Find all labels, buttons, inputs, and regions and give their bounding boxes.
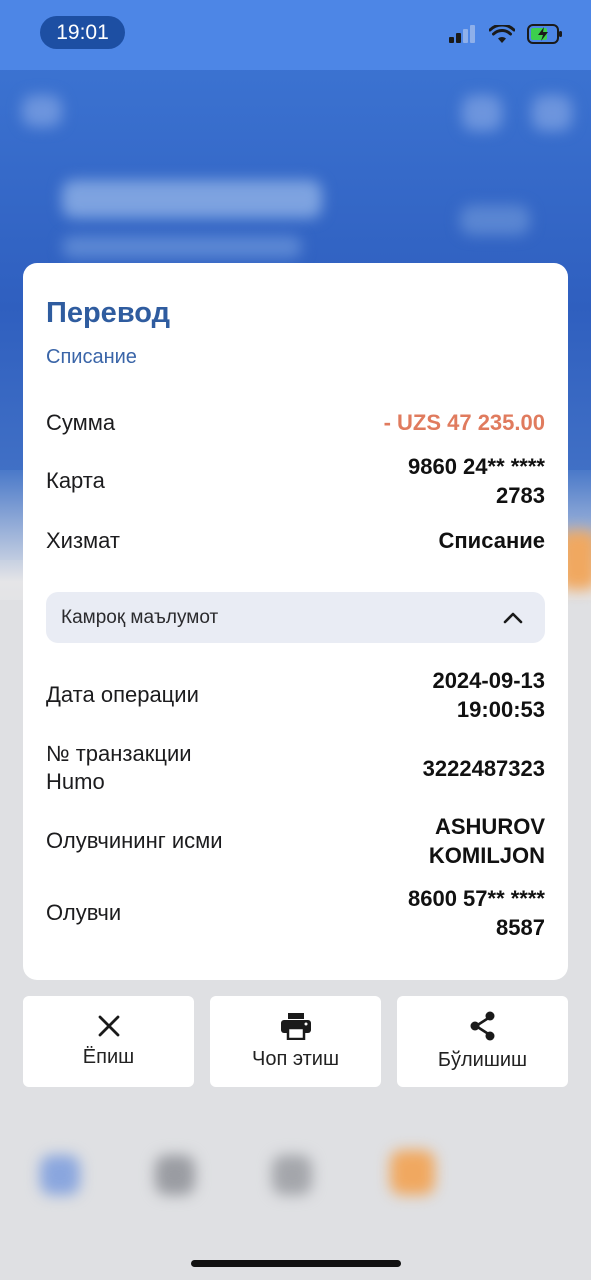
- blurred-badge: [460, 205, 530, 235]
- transaction-id-value: 3222487323: [422, 755, 545, 781]
- blurred-subtext: [62, 236, 302, 258]
- chevron-up-icon: [503, 612, 523, 624]
- print-button-label: Чоп этиш: [252, 1048, 339, 1070]
- blurred-tab-icon: [390, 1150, 435, 1195]
- cellular-signal-icon: [449, 25, 475, 43]
- recipient-row: Олувчи 8600 57** **** 8587: [46, 884, 545, 942]
- close-button[interactable]: Ёпиш: [23, 996, 194, 1087]
- recipient-value-line2: 8587: [496, 915, 545, 940]
- card-value-line1: 9860 24** ****: [407, 454, 545, 479]
- status-bar: 19:01: [0, 0, 591, 70]
- transaction-id-label-line1: № транзакции: [46, 741, 192, 766]
- service-row: Хизмат Списание: [46, 526, 545, 555]
- card-label: Карта: [46, 468, 105, 493]
- recipient-value-line1: 8600 57** ****: [407, 886, 545, 911]
- recipient-value: 8600 57** **** 8587: [408, 884, 545, 942]
- page-title: Перевод: [46, 297, 171, 329]
- blurred-menu-icon: [22, 95, 62, 127]
- card-value-line2: 2783: [496, 483, 545, 508]
- amount-value: - UZS 47 235.00: [383, 410, 545, 435]
- transaction-id-label-line2: Humo: [46, 769, 105, 794]
- blurred-tab-icon: [272, 1155, 312, 1195]
- share-button-label: Бўлишиш: [437, 1049, 528, 1071]
- recipient-name-label: Олувчининг исми: [46, 828, 223, 853]
- blurred-tab-icon: [40, 1155, 80, 1195]
- recipient-name-value: ASHUROV KOMILJON: [429, 812, 545, 870]
- print-button[interactable]: Чоп этиш: [210, 996, 381, 1087]
- status-time: 19:01: [40, 16, 125, 49]
- blurred-header-icon: [462, 95, 502, 131]
- wifi-icon: [489, 24, 515, 43]
- recipient-name-line1: ASHUROV: [434, 814, 545, 839]
- date-row: Дата операции 2024-09-13 19:00:53: [46, 666, 545, 724]
- status-icons: [449, 24, 563, 44]
- transaction-id-row: № транзакции Humo 3222487323: [46, 740, 545, 796]
- service-label: Хизмат: [46, 527, 121, 553]
- card-value: 9860 24** **** 2783: [408, 452, 545, 510]
- date-value-line2: 19:00:53: [456, 697, 545, 722]
- blurred-header-icon: [532, 95, 572, 131]
- amount-row: Сумма - UZS 47 235.00: [46, 408, 545, 437]
- date-value-line1: 2024-09-13: [432, 668, 545, 693]
- blurred-balance: [62, 180, 322, 218]
- printer-icon: [280, 1013, 311, 1040]
- page-subtitle: Списание: [46, 346, 137, 368]
- less-info-toggle[interactable]: Камроқ маълумот: [46, 592, 545, 643]
- date-label: Дата операции: [46, 682, 199, 707]
- blurred-tab-icon: [155, 1155, 195, 1195]
- transaction-id-label: № транзакции Humo: [46, 740, 192, 796]
- amount-label: Сумма: [46, 409, 116, 435]
- date-value: 2024-09-13 19:00:53: [432, 666, 545, 724]
- close-icon: [98, 1015, 119, 1037]
- share-button[interactable]: Бўлишиш: [397, 996, 568, 1087]
- share-icon: [470, 1011, 494, 1041]
- recipient-label: Олувчи: [46, 900, 122, 925]
- recipient-name-line2: KOMILJON: [428, 843, 545, 868]
- battery-charging-icon: [527, 24, 562, 44]
- card-row: Карта 9860 24** **** 2783: [46, 452, 545, 510]
- less-info-label: Камроқ маълумот: [61, 606, 219, 628]
- service-value: Списание: [438, 528, 546, 553]
- recipient-name-row: Олувчининг исми ASHUROV KOMILJON: [46, 812, 545, 870]
- close-button-label: Ёпиш: [82, 1046, 135, 1068]
- transaction-details-card: Перевод Списание Сумма - UZS 47 235.00 К…: [23, 263, 568, 980]
- home-indicator[interactable]: [191, 1260, 401, 1267]
